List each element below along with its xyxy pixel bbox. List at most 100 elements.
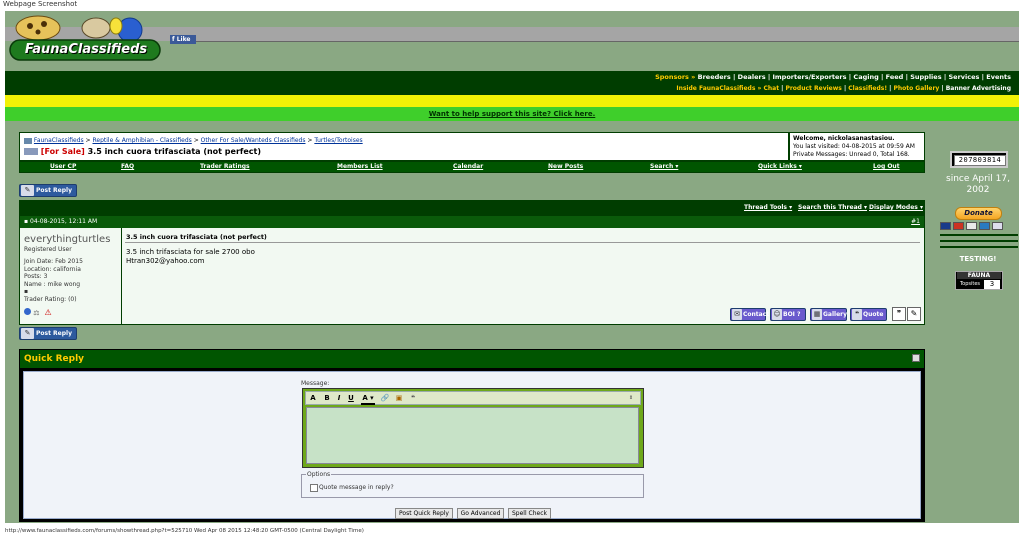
tab-log-out[interactable]: Log Out [873, 163, 900, 170]
site-logo[interactable]: FaunaClassifieds [8, 14, 163, 64]
tab-faq[interactable]: FAQ [121, 163, 134, 170]
sidebar-divider [940, 240, 1018, 242]
sidebar-divider [940, 234, 1018, 236]
testing-label: TESTING! [959, 255, 997, 263]
inside-label[interactable]: Inside FaunaClassifieds » Chat [676, 85, 779, 92]
sponsors-label: Sponsors » [655, 73, 696, 81]
nav-link-product-reviews[interactable]: Product Reviews [785, 85, 841, 92]
nav-link-feed[interactable]: Feed [886, 73, 904, 81]
options-fieldset: Options Quote message in reply? [301, 471, 644, 498]
user-title: Registered User [24, 246, 72, 253]
rep-icon: ▪ [24, 288, 29, 295]
discover-icon [979, 222, 990, 230]
quote-icon: ❝ [852, 309, 862, 320]
quote-checkbox[interactable] [310, 484, 318, 492]
gallery-button[interactable]: ▦ Gallery [810, 308, 847, 321]
italic-icon[interactable]: I [334, 393, 344, 403]
breadcrumb-item-reptile[interactable]: Reptile & Amphibian - Classifieds [92, 137, 191, 144]
edit-post-icon[interactable]: ✎ [907, 307, 921, 321]
post-quick-reply-button[interactable]: Post Quick Reply [395, 508, 453, 519]
thread-prefix: [For Sale] [40, 147, 85, 156]
thread-tools-menu[interactable]: Thread Tools ▾ [744, 204, 792, 211]
search-thread-menu[interactable]: Search this Thread ▾ [798, 204, 867, 211]
nav-link-photo-gallery[interactable]: Photo Gallery [893, 85, 939, 92]
post-date: 04-08-2015, 12:11 AM [30, 218, 98, 225]
multiquote-icon[interactable]: ❞ [892, 307, 906, 321]
post-header: ▪ 04-08-2015, 12:11 AM #1 [20, 216, 924, 228]
post-status-icon: ▪ [24, 218, 29, 225]
banner-strip [5, 95, 1019, 107]
home-icon[interactable] [24, 137, 32, 144]
thread-icon [24, 148, 38, 155]
boi-button[interactable]: ☺ BOI ? [770, 308, 806, 321]
editor-toolbar: A B I U A ▾ 🔗 ▣ ❝ ⇕ [305, 391, 641, 405]
quote-checkbox-label[interactable]: Quote message in reply? [319, 484, 394, 491]
tab-search[interactable]: Search ▾ [650, 163, 678, 170]
text-color-icon[interactable]: A ▾ [361, 393, 375, 405]
visa-icon [940, 222, 951, 230]
go-advanced-button[interactable]: Go Advanced [457, 508, 504, 519]
support-bar: Want to help support this site? Click he… [5, 107, 1019, 121]
image-icon[interactable]: ▣ [394, 393, 404, 403]
sidebar-divider [940, 246, 1018, 248]
post-count: Posts: 3 [24, 273, 48, 280]
hit-counter-value: 207803814 [954, 155, 1006, 166]
post-line-1: 3.5 inch trifasciata for sale 2700 obo [126, 248, 255, 256]
quote-button[interactable]: ❝ Quote [850, 308, 887, 321]
collapse-icon[interactable] [912, 354, 920, 362]
donate-button[interactable]: Donate [955, 207, 1002, 220]
nav-link-importers[interactable]: Importers/Exporters [772, 73, 846, 81]
forum-nav: User CP FAQ Trader Ratings Members List … [19, 161, 925, 173]
private-messages[interactable]: Private Messages: Unread 0, Total 168. [793, 151, 921, 159]
breadcrumb-item-home[interactable]: FaunaClassifieds [34, 137, 84, 144]
report-icon[interactable]: ⚠ [44, 308, 51, 317]
post-reply-button[interactable]: ✎ Post Reply [19, 184, 77, 197]
post-title: 3.5 inch cuora trifasciata (not perfect) [126, 233, 267, 241]
support-link[interactable]: Want to help support this site? Click he… [429, 110, 596, 118]
nav-link-events[interactable]: Events [986, 73, 1011, 81]
post-reply-button-bottom[interactable]: ✎ Post Reply [19, 327, 77, 340]
reputation-icon[interactable]: ⚖ [33, 309, 42, 317]
message-label: Message: [301, 380, 330, 387]
breadcrumb: FaunaClassifieds > Reptile & Amphibian -… [19, 132, 789, 161]
tab-trader-ratings[interactable]: Trader Ratings [200, 163, 250, 170]
link-icon[interactable]: 🔗 [380, 393, 390, 403]
header-divider [195, 41, 1019, 42]
contact-button[interactable]: ✉ Contact [730, 308, 769, 321]
nav-link-supplies[interactable]: Supplies [910, 73, 941, 81]
nav-link-services[interactable]: Services [948, 73, 979, 81]
post-message: 3.5 inch trifasciata for sale 2700 obo H… [126, 248, 255, 265]
tab-user-cp[interactable]: User CP [50, 163, 76, 170]
post-username[interactable]: everythingturtles [24, 234, 110, 245]
spell-check-button[interactable]: Spell Check [508, 508, 551, 519]
breadcrumb-item-turtles[interactable]: Turtles/Tortoises [314, 137, 362, 144]
tab-quick-links[interactable]: Quick Links ▾ [758, 163, 802, 170]
nav-link-breeders[interactable]: Breeders [698, 73, 731, 81]
options-legend: Options [306, 471, 332, 478]
nav-link-caging[interactable]: Caging [853, 73, 878, 81]
nav-link-banner-advertising[interactable]: Banner Advertising [946, 85, 1011, 92]
breadcrumb-item-other[interactable]: Other For Sale/Wanteds Classifieds [201, 137, 306, 144]
facebook-like-button[interactable]: f Like [170, 35, 196, 44]
resize-icon[interactable]: ⇕ [626, 393, 636, 403]
trader-rating[interactable]: Trader Rating: (0) [24, 296, 83, 304]
post-number[interactable]: #1 [911, 216, 920, 228]
tab-members-list[interactable]: Members List [337, 163, 383, 170]
gallery-icon: ▦ [812, 309, 822, 320]
post-reply-label: Post Reply [36, 187, 72, 194]
bold-icon[interactable]: B [322, 393, 332, 403]
topsites-badge[interactable]: FAUNA Topsites 3 [955, 271, 1003, 290]
topsites-title: FAUNA [957, 272, 1001, 279]
nav-link-dealers[interactable]: Dealers [738, 73, 766, 81]
tab-new-posts[interactable]: New Posts [548, 163, 583, 170]
inside-bar: Inside FaunaClassifieds » Chat | Product… [5, 83, 1019, 95]
topsites-rank: 3 [984, 280, 1000, 289]
quote-tag-icon[interactable]: ❝ [408, 393, 418, 403]
tab-calendar[interactable]: Calendar [453, 163, 483, 170]
message-textarea[interactable] [306, 407, 639, 464]
nav-link-classifieds[interactable]: Classifieds! [848, 85, 887, 92]
remove-format-icon[interactable]: A [308, 393, 318, 403]
display-modes-menu[interactable]: Display Modes ▾ [869, 204, 923, 211]
mastercard-icon [953, 222, 964, 230]
underline-icon[interactable]: U [346, 393, 356, 403]
